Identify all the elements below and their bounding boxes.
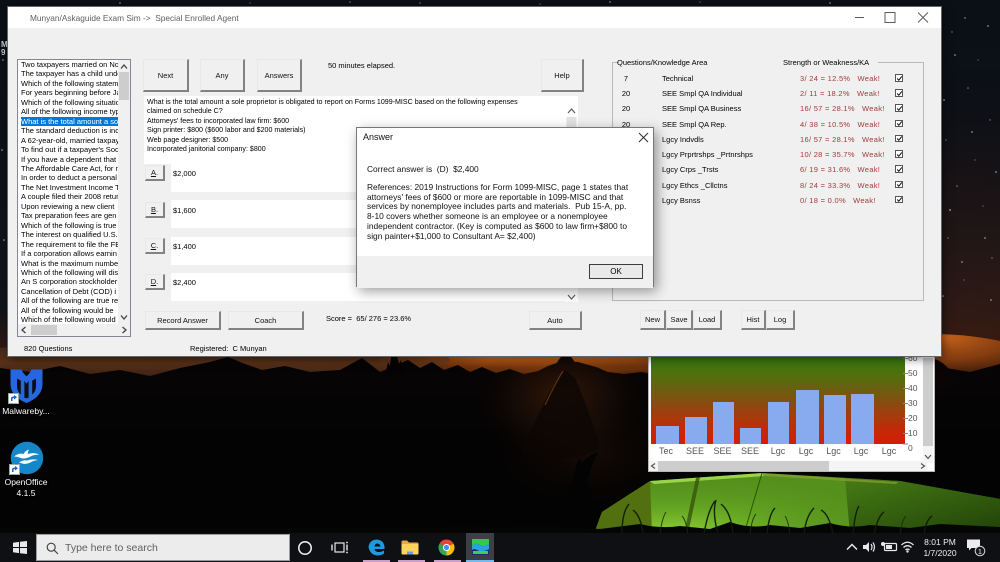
svg-text:1: 1	[978, 547, 982, 556]
